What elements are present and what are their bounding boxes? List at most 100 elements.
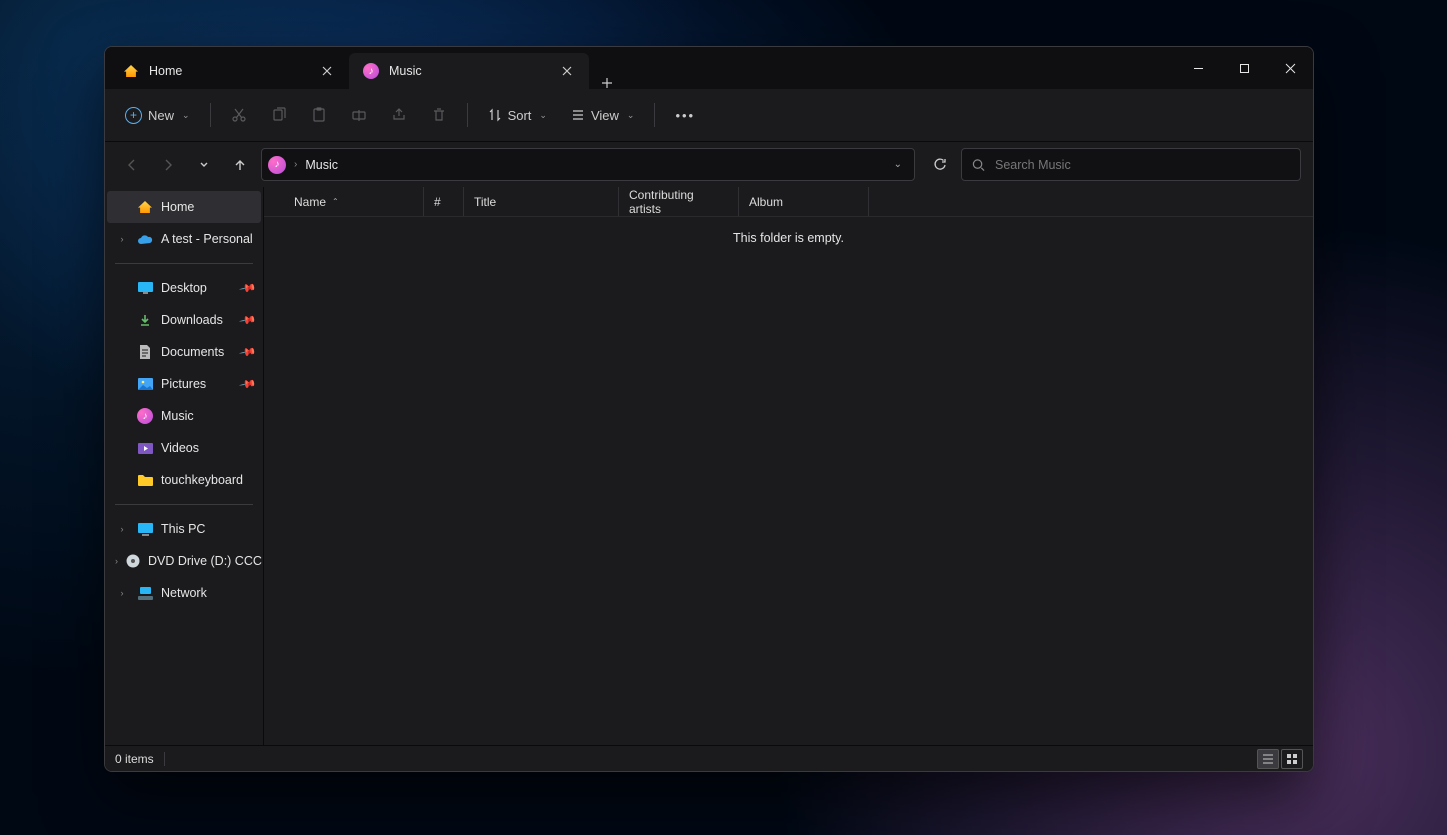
view-button[interactable]: View ⌄ (561, 98, 645, 132)
search-icon (972, 158, 985, 172)
chevron-right-icon[interactable]: › (115, 524, 129, 534)
separator (115, 263, 253, 264)
pc-icon (137, 521, 153, 537)
breadcrumb-segment[interactable]: Music (305, 158, 338, 172)
search-input[interactable] (995, 158, 1290, 172)
maximize-button[interactable] (1221, 47, 1267, 89)
sort-label: Sort (508, 108, 532, 123)
sidebar-item-label: DVD Drive (D:) CCC (148, 554, 262, 568)
delete-icon (431, 107, 447, 123)
sidebar-item-dvd-drive[interactable]: › DVD Drive (D:) CCC (107, 545, 261, 577)
navigation-row: ♪ › Music ⌄ (105, 142, 1313, 187)
cut-button[interactable] (221, 98, 257, 132)
music-icon: ♪ (363, 63, 379, 79)
chevron-down-icon: ⌄ (627, 110, 635, 121)
pin-icon: 📌 (239, 311, 258, 330)
plus-circle-icon: + (125, 107, 142, 124)
refresh-button[interactable] (925, 150, 955, 180)
tab-label: Music (389, 64, 422, 78)
search-box[interactable] (961, 148, 1301, 181)
separator (164, 752, 165, 766)
separator (210, 103, 211, 127)
sidebar-item-touchkeyboard[interactable]: touchkeyboard (107, 464, 261, 496)
column-header-artists[interactable]: Contributing artists (619, 187, 739, 216)
new-tab-button[interactable] (589, 77, 625, 89)
cut-icon (231, 107, 247, 123)
tab-label: Home (149, 64, 182, 78)
column-header-name[interactable]: Name ⌃ (284, 187, 424, 216)
pin-icon: 📌 (239, 343, 258, 362)
new-label: New (148, 108, 174, 123)
sidebar-item-network[interactable]: › Network (107, 577, 261, 609)
sidebar-item-this-pc[interactable]: › This PC (107, 513, 261, 545)
pin-icon: 📌 (239, 279, 258, 298)
sidebar-item-label: A test - Personal (161, 232, 253, 246)
sidebar-item-videos[interactable]: Videos (107, 432, 261, 464)
up-button[interactable] (225, 150, 255, 180)
forward-button[interactable] (153, 150, 183, 180)
new-button[interactable]: + New ⌄ (115, 98, 200, 132)
back-button[interactable] (117, 150, 147, 180)
tab-home[interactable]: Home (109, 53, 349, 89)
folder-icon (137, 472, 153, 488)
downloads-icon (137, 312, 153, 328)
recent-locations-button[interactable] (189, 150, 219, 180)
file-explorer-window: Home ♪ Music (104, 46, 1314, 772)
address-bar[interactable]: ♪ › Music ⌄ (261, 148, 915, 181)
sidebar-item-documents[interactable]: Documents 📌 (107, 336, 261, 368)
pin-icon: 📌 (239, 375, 258, 394)
command-bar: + New ⌄ Sort ⌄ View (105, 89, 1313, 142)
sidebar-item-home[interactable]: Home (107, 191, 261, 223)
separator (654, 103, 655, 127)
delete-button[interactable] (421, 98, 457, 132)
navigation-pane: Home › A test - Personal Desktop 📌 (105, 187, 263, 745)
minimize-button[interactable] (1175, 47, 1221, 89)
chevron-right-icon[interactable]: › (115, 556, 118, 566)
chevron-right-icon[interactable]: › (115, 234, 129, 244)
videos-icon (137, 440, 153, 456)
item-count: 0 items (115, 752, 154, 766)
pictures-icon (137, 376, 153, 392)
chevron-right-icon: › (294, 159, 297, 170)
window-controls (1175, 47, 1313, 89)
close-tab-button[interactable] (315, 59, 339, 83)
chevron-down-icon: ⌄ (539, 110, 547, 121)
close-window-button[interactable] (1267, 47, 1313, 89)
sidebar-item-label: Documents (161, 345, 224, 359)
thumbnails-view-button[interactable] (1281, 749, 1303, 769)
share-icon (391, 107, 407, 123)
view-label: View (591, 108, 619, 123)
rename-button[interactable] (341, 98, 377, 132)
copy-button[interactable] (261, 98, 297, 132)
column-header-track[interactable]: # (424, 187, 464, 216)
close-tab-button[interactable] (555, 59, 579, 83)
tab-music[interactable]: ♪ Music (349, 53, 589, 89)
explorer-body: Home › A test - Personal Desktop 📌 (105, 187, 1313, 745)
sidebar-item-label: Music (161, 409, 194, 423)
sidebar-item-label: Pictures (161, 377, 206, 391)
sidebar-item-onedrive[interactable]: › A test - Personal (107, 223, 261, 255)
onedrive-icon (137, 231, 153, 247)
sort-icon (488, 108, 502, 122)
tab-strip: Home ♪ Music (105, 47, 625, 89)
network-icon (137, 585, 153, 601)
more-options-button[interactable]: ••• (665, 98, 705, 132)
sidebar-item-downloads[interactable]: Downloads 📌 (107, 304, 261, 336)
address-history-dropdown[interactable]: ⌄ (888, 159, 908, 170)
details-view-button[interactable] (1257, 749, 1279, 769)
empty-folder-message: This folder is empty. (264, 231, 1313, 245)
sidebar-item-desktop[interactable]: Desktop 📌 (107, 272, 261, 304)
share-button[interactable] (381, 98, 417, 132)
rename-icon (351, 107, 367, 123)
paste-button[interactable] (301, 98, 337, 132)
separator (467, 103, 468, 127)
paste-icon (311, 107, 327, 123)
column-header-title[interactable]: Title (464, 187, 619, 216)
sort-ascending-icon: ⌃ (332, 197, 339, 206)
sidebar-item-pictures[interactable]: Pictures 📌 (107, 368, 261, 400)
home-icon (123, 63, 139, 79)
chevron-right-icon[interactable]: › (115, 588, 129, 598)
sidebar-item-music[interactable]: ♪ Music (107, 400, 261, 432)
column-header-album[interactable]: Album (739, 187, 869, 216)
sort-button[interactable]: Sort ⌄ (478, 98, 557, 132)
